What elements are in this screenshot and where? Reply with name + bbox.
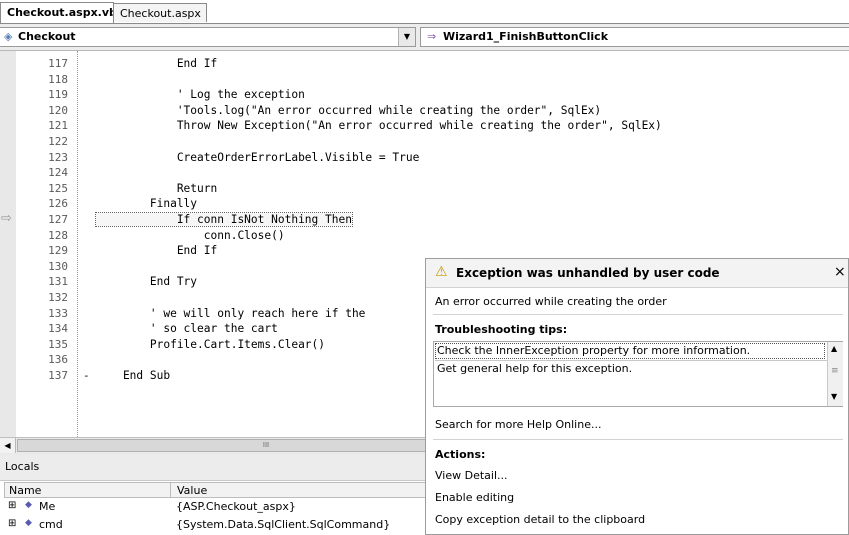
line-number: 132: [48, 291, 68, 304]
tab-checkout-aspx[interactable]: Checkout.aspx: [113, 3, 207, 22]
code-line[interactable]: 'Tools.log("An error occurred while crea…: [96, 104, 601, 117]
copy-exception-detail-link[interactable]: Copy exception detail to the clipboard: [435, 513, 645, 526]
tips-heading: Troubleshooting tips:: [435, 323, 568, 336]
line-number: 130: [48, 259, 68, 273]
scroll-thumb-grip-icon[interactable]: ≡: [831, 366, 839, 376]
expand-icon[interactable]: ⊞: [8, 518, 16, 529]
code-line[interactable]: Return: [96, 182, 217, 195]
exception-title: Exception was unhandled by user code: [456, 266, 720, 280]
line-number: 119: [48, 88, 68, 102]
close-icon[interactable]: ×: [834, 264, 846, 280]
local-name: Me: [39, 500, 56, 513]
code-line[interactable]: Finally: [96, 197, 197, 210]
code-line[interactable]: End Try: [96, 275, 197, 288]
code-line[interactable]: conn.Close(): [96, 229, 285, 242]
tips-list: Check the InnerException property for mo…: [433, 341, 843, 407]
class-icon: ◈: [4, 30, 13, 43]
class-name-label: Checkout: [18, 30, 76, 43]
method-name-label: Wizard1_FinishButtonClick: [443, 30, 609, 43]
line-number: 125: [48, 181, 68, 195]
line-number: 128: [48, 228, 68, 242]
method-name-combo[interactable]: ⇒ Wizard1_FinishButtonClick: [420, 27, 849, 47]
divider: [433, 439, 843, 440]
line-number: 131: [48, 275, 68, 289]
exception-header: ⚠ Exception was unhandled by user code ×: [426, 259, 848, 288]
code-line[interactable]: End If: [96, 57, 217, 70]
line-number: 127: [48, 213, 68, 226]
tab-checkout-aspx-vb[interactable]: Checkout.aspx.vb: [0, 2, 117, 23]
line-number: 136: [48, 353, 68, 367]
exception-assistant-popup: ⚠ Exception was unhandled by user code ×…: [425, 258, 849, 535]
line-number: 133: [48, 306, 68, 320]
locals-column-name[interactable]: Name: [9, 484, 41, 497]
line-number: 118: [48, 72, 68, 86]
local-name: cmd: [39, 518, 63, 531]
code-navigation-bar: ◈ Checkout ▼ ⇒ Wizard1_FinishButtonClick: [0, 24, 849, 51]
enable-editing-link[interactable]: Enable editing: [435, 491, 514, 504]
line-number: 137: [48, 369, 68, 382]
code-line[interactable]: End Sub: [96, 369, 170, 382]
class-name-combo[interactable]: ◈ Checkout ▼: [0, 27, 416, 47]
object-icon: ◆: [25, 518, 32, 528]
class-dropdown-arrow-icon[interactable]: ▼: [398, 28, 415, 46]
outline-collapse-icon[interactable]: -: [83, 369, 90, 382]
line-number: 129: [48, 244, 68, 258]
line-number: 124: [48, 166, 68, 180]
locals-title: Locals: [5, 460, 40, 473]
code-line[interactable]: End If: [96, 244, 217, 257]
warning-icon: ⚠: [435, 264, 448, 280]
code-line[interactable]: ' so clear the cart: [96, 322, 278, 335]
code-line[interactable]: ' Log the exception: [96, 88, 305, 101]
scroll-down-icon[interactable]: ▼: [831, 392, 837, 401]
document-tab-strip: Checkout.aspx.vb Checkout.aspx: [0, 0, 849, 24]
object-icon: ◆: [25, 500, 32, 510]
locals-column-value[interactable]: Value: [177, 484, 207, 497]
exception-message: An error occurred while creating the ord…: [435, 295, 667, 308]
code-line[interactable]: ' we will only reach here if the: [96, 307, 366, 320]
view-detail-link[interactable]: View Detail...: [435, 469, 508, 482]
line-number: 120: [48, 103, 68, 117]
line-number: 121: [48, 119, 68, 133]
column-divider[interactable]: [170, 482, 171, 498]
line-number: 122: [48, 135, 68, 148]
breakpoint-gutter[interactable]: [0, 51, 16, 437]
tip-general-help-link[interactable]: Get general help for this exception.: [435, 360, 827, 377]
outline-margin: [77, 51, 78, 437]
current-statement-line[interactable]: If conn IsNot Nothing Then: [95, 212, 353, 227]
tip-innerexception-link[interactable]: Check the InnerException property for mo…: [435, 343, 825, 359]
event-method-icon: ⇒: [427, 30, 437, 43]
expand-icon[interactable]: ⊞: [8, 500, 16, 511]
search-help-online-link[interactable]: Search for more Help Online...: [435, 418, 601, 431]
tips-scrollbar[interactable]: ▲ ≡ ▼: [827, 342, 843, 406]
line-number: 123: [48, 150, 68, 164]
scroll-up-icon[interactable]: ▲: [831, 344, 837, 353]
divider: [433, 314, 843, 315]
scroll-left-icon[interactable]: ◀: [0, 438, 16, 453]
actions-heading: Actions:: [435, 448, 486, 461]
code-line[interactable]: Throw New Exception("An error occurred w…: [96, 119, 662, 132]
line-number: 134: [48, 322, 68, 336]
local-value: {System.Data.SqlClient.SqlCommand}: [176, 518, 391, 531]
line-number: 117: [48, 57, 68, 70]
code-line[interactable]: Profile.Cart.Items.Clear(): [96, 338, 325, 351]
code-line[interactable]: CreateOrderErrorLabel.Visible = True: [96, 151, 420, 164]
current-line-arrow-icon: ⇨: [1, 211, 12, 226]
line-number: 126: [48, 197, 68, 211]
line-number: 135: [48, 337, 68, 351]
local-value: {ASP.Checkout_aspx}: [176, 500, 296, 513]
